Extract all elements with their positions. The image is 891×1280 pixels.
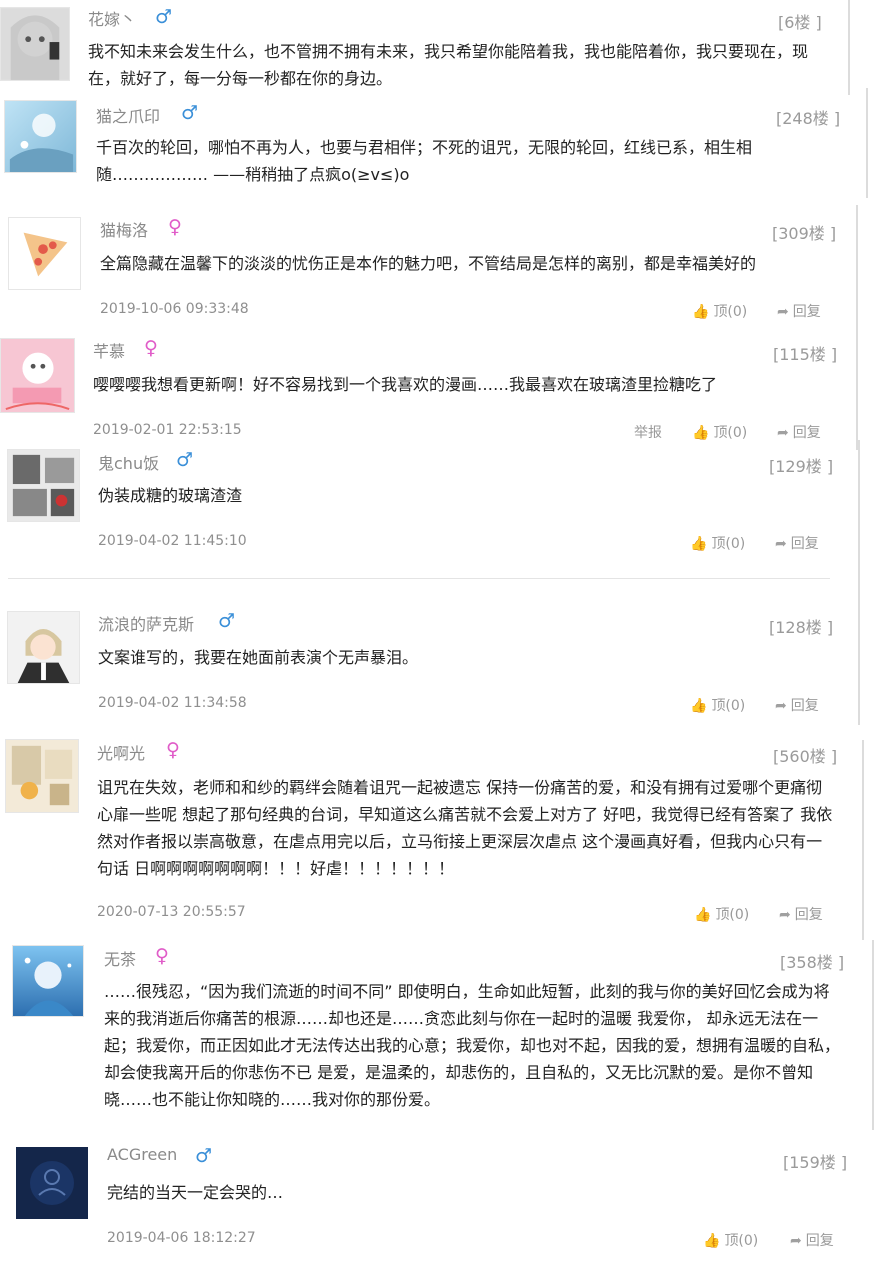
- comment-time: 2019-04-06 18:12:27: [107, 1230, 256, 1246]
- like-button[interactable]: 👍 顶(0): [694, 904, 749, 924]
- floor-number: [115楼 ]: [773, 345, 838, 364]
- avatar[interactable]: [7, 449, 80, 522]
- avatar[interactable]: [0, 338, 75, 413]
- male-icon: ♂: [176, 449, 194, 471]
- comment-time: 2019-04-02 11:34:58: [98, 695, 247, 711]
- reply-arrow-icon: ➦: [775, 536, 787, 552]
- avatar[interactable]: [0, 7, 70, 81]
- floor-number: [358楼 ]: [780, 953, 845, 972]
- page-edge-bar: [848, 0, 850, 95]
- report-button[interactable]: 举报: [634, 422, 662, 442]
- thumbs-up-icon: 👍: [692, 425, 710, 441]
- floor-number: [159楼 ]: [783, 1153, 848, 1172]
- section-divider: [8, 578, 830, 579]
- male-icon: ♂: [218, 610, 236, 632]
- like-button[interactable]: 👍 顶(0): [690, 695, 745, 715]
- female-icon: ♀: [166, 739, 180, 761]
- floor-number: [129楼 ]: [769, 457, 834, 476]
- comment-text: 全篇隐藏在温馨下的淡淡的忧伤正是本作的魅力吧，不管结局是怎样的离别，都是幸福美好…: [100, 254, 757, 273]
- page-edge-bar: [866, 88, 868, 198]
- comment-text: 千百次的轮回，哪怕不再为人，也要与君相伴；不死的诅咒，无限的轮回，红线已系，相生…: [96, 138, 753, 184]
- reply-arrow-icon: ➦: [777, 425, 789, 441]
- avatar[interactable]: [5, 739, 79, 813]
- female-icon: ♀: [168, 216, 182, 238]
- comment-text: 完结的当天一定会哭的…: [107, 1183, 284, 1202]
- male-icon: ♂: [155, 6, 173, 28]
- comment-text: 文案谁写的，我要在她面前表演个无声暴泪。: [98, 648, 419, 667]
- username[interactable]: 猫梅洛: [100, 217, 148, 241]
- floor-number: [248楼 ]: [776, 109, 841, 128]
- comment-time: 2019-04-02 11:45:10: [98, 533, 247, 549]
- thumbs-up-icon: 👍: [690, 698, 708, 714]
- like-button[interactable]: 👍 顶(0): [703, 1230, 758, 1250]
- reply-arrow-icon: ➦: [775, 698, 787, 714]
- floor-number: [6楼 ]: [778, 13, 822, 32]
- like-button[interactable]: 👍 顶(0): [690, 533, 745, 553]
- male-icon: ♂: [181, 102, 199, 124]
- page-edge-bar: [858, 440, 860, 605]
- page-edge-bar: [872, 940, 874, 1130]
- page-edge-bar: [858, 600, 860, 725]
- floor-number: [309楼 ]: [772, 224, 837, 243]
- comment-time: 2019-02-01 22:53:15: [93, 422, 242, 438]
- like-button[interactable]: 👍 顶(0): [692, 301, 747, 321]
- username[interactable]: 猫之爪印: [96, 103, 160, 127]
- comment-text: 伪装成糖的玻璃渣渣: [98, 486, 243, 505]
- reply-button[interactable]: ➦ 回复: [777, 422, 821, 442]
- thumbs-up-icon: 👍: [694, 907, 712, 923]
- female-icon: ♀: [144, 337, 158, 359]
- username[interactable]: 光啊光: [97, 740, 145, 764]
- page-edge-bar: [862, 740, 864, 940]
- comment-text: 嘤嘤嘤我想看更新啊！好不容易找到一个我喜欢的漫画……我最喜欢在玻璃渣里捡糖吃了: [93, 375, 718, 394]
- reply-button[interactable]: ➦ 回复: [775, 533, 819, 553]
- username[interactable]: 花嫁丶: [88, 6, 136, 30]
- avatar[interactable]: [12, 945, 84, 1017]
- avatar[interactable]: [4, 100, 77, 173]
- comment-text: 诅咒在失效，老师和和纱的羁绊会随着诅咒一起被遗忘 保持一份痛苦的爱，和没有拥有过…: [97, 778, 833, 878]
- like-button[interactable]: 👍 顶(0): [692, 422, 747, 442]
- reply-arrow-icon: ➦: [777, 304, 789, 320]
- username[interactable]: ACGreen: [107, 1145, 177, 1164]
- username[interactable]: 鬼chu饭: [98, 450, 159, 474]
- username[interactable]: 流浪的萨克斯: [98, 611, 194, 635]
- comment-text: ……很残忍，“因为我们流逝的时间不同” 即使明白，生命如此短暂，此刻的我与你的美…: [104, 982, 841, 1109]
- comment-time: 2019-10-06 09:33:48: [100, 301, 249, 317]
- username[interactable]: 无茶: [104, 946, 136, 970]
- username[interactable]: 芊慕: [93, 338, 125, 362]
- comment-text: 我不知未来会发生什么，也不管拥不拥有未来，我只希望你能陪着我，我也能陪着你，我只…: [88, 42, 809, 88]
- reply-button[interactable]: ➦ 回复: [790, 1230, 834, 1250]
- floor-number: [560楼 ]: [773, 747, 838, 766]
- thumbs-up-icon: 👍: [690, 536, 708, 552]
- floor-number: [128楼 ]: [769, 618, 834, 637]
- female-icon: ♀: [155, 945, 169, 967]
- avatar[interactable]: [7, 611, 80, 684]
- reply-arrow-icon: ➦: [779, 907, 791, 923]
- reply-button[interactable]: ➦ 回复: [777, 301, 821, 321]
- page-edge-bar: [856, 330, 858, 450]
- avatar[interactable]: [8, 217, 81, 290]
- page-edge-bar: [856, 205, 858, 335]
- comment-time: 2020-07-13 20:55:57: [97, 904, 246, 920]
- thumbs-up-icon: 👍: [692, 304, 710, 320]
- reply-button[interactable]: ➦ 回复: [779, 904, 823, 924]
- reply-arrow-icon: ➦: [790, 1233, 802, 1249]
- avatar[interactable]: [16, 1147, 88, 1219]
- male-icon: ♂: [195, 1145, 213, 1167]
- thumbs-up-icon: 👍: [703, 1233, 721, 1249]
- reply-button[interactable]: ➦ 回复: [775, 695, 819, 715]
